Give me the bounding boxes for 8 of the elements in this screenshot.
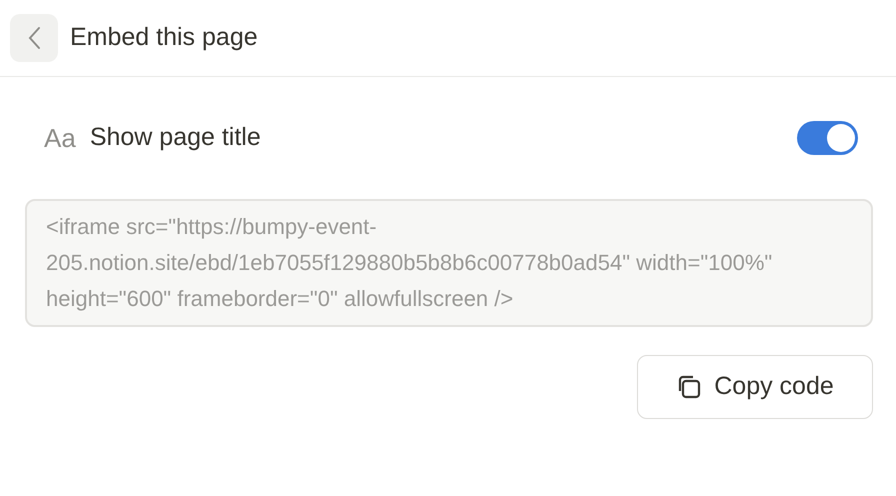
back-icon xyxy=(27,26,41,50)
option-label: Show page title xyxy=(90,122,261,154)
panel-title: Embed this page xyxy=(70,22,258,54)
toggle-switch[interactable] xyxy=(797,121,858,155)
back-button[interactable] xyxy=(10,14,58,62)
copy-icon xyxy=(676,374,702,400)
copy-code-button[interactable]: Copy code xyxy=(637,355,873,419)
text-style-icon: Aa xyxy=(44,118,76,158)
